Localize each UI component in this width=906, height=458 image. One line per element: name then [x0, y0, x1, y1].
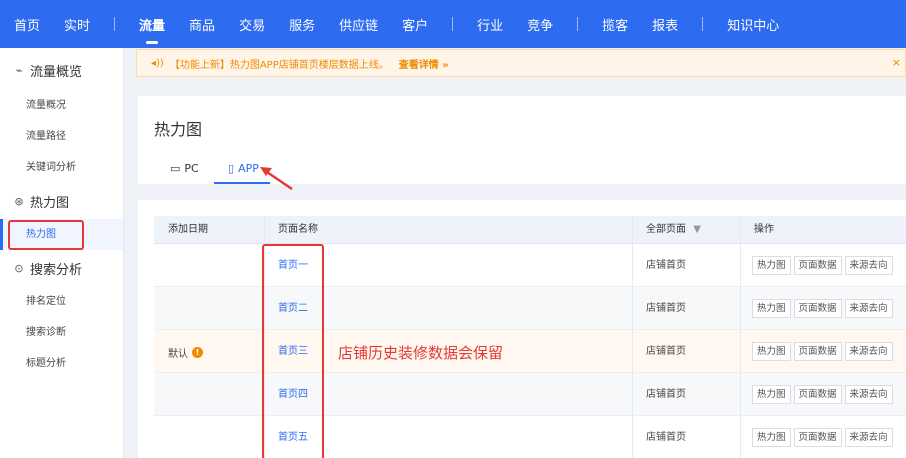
page-table-card: 添加日期 页面名称 全部页面 ▼ 操作 首页一 店铺首页 热力图 页面数据 来源… — [138, 200, 906, 458]
source-destination-button[interactable]: 来源去向 — [844, 256, 893, 275]
notice-banner: ◂)) 【功能上新】热力图APP店铺首页楼层数据上线。 查看详情 » × — [136, 49, 906, 77]
sidebar-item-keyword-analysis[interactable]: 关键词分析 — [0, 152, 123, 183]
red-arrow-annotation — [260, 167, 293, 191]
page-type: 店铺首页 — [646, 432, 686, 443]
add-date-value: 默认 — [168, 349, 188, 360]
page-data-button[interactable]: 页面数据 — [793, 299, 842, 318]
filter-icon[interactable]: ▼ — [693, 224, 701, 235]
highlight-box-heatmap — [8, 220, 84, 250]
sidebar-group-label: 流量概览 — [30, 64, 83, 80]
sidebar-item-title-analysis[interactable]: 标题分析 — [0, 348, 123, 379]
sidebar-group-label: 热力图 — [30, 195, 70, 211]
page-type: 店铺首页 — [646, 346, 686, 357]
row-actions: 热力图 页面数据 来源去向 — [752, 256, 896, 275]
heatmap-icon: ⊛ — [14, 194, 24, 208]
nav-divider — [577, 17, 579, 31]
nav-divider — [702, 17, 704, 31]
nav-knowledge-center[interactable]: 知识中心 — [727, 15, 779, 34]
tab-app[interactable]: ▯ APP — [228, 162, 259, 175]
table-header: 添加日期 页面名称 全部页面 ▼ 操作 — [154, 216, 906, 244]
nav-service[interactable]: 服务 — [289, 15, 315, 34]
nav-home[interactable]: 首页 — [14, 15, 40, 34]
page-type: 店铺首页 — [646, 260, 686, 271]
source-destination-button[interactable]: 来源去向 — [844, 342, 893, 361]
source-destination-button[interactable]: 来源去向 — [844, 428, 893, 447]
header-page-name: 页面名称 — [278, 224, 318, 235]
trend-icon: ⌁ — [15, 63, 23, 77]
search-icon: ⊙ — [14, 261, 24, 275]
header-all-pages-filter[interactable]: 全部页面 ▼ — [646, 216, 701, 244]
info-icon[interactable]: ! — [192, 347, 203, 358]
page-type: 店铺首页 — [646, 389, 686, 400]
page-type: 店铺首页 — [646, 303, 686, 314]
speaker-icon: ◂)) — [151, 57, 164, 69]
heatmap-button[interactable]: 热力图 — [752, 299, 791, 318]
heatmap-button[interactable]: 热力图 — [752, 342, 791, 361]
heatmap-button[interactable]: 热力图 — [752, 385, 791, 404]
header-operations: 操作 — [754, 224, 774, 235]
annotation-text: 店铺历史装修数据会保留 — [338, 344, 504, 362]
page-data-button[interactable]: 页面数据 — [793, 256, 842, 275]
nav-divider — [114, 17, 116, 31]
sidebar-group-traffic[interactable]: ⌁ 流量概览 — [0, 52, 123, 88]
sidebar-item-search-diagnosis[interactable]: 搜索诊断 — [0, 317, 123, 348]
row-actions: 热力图 页面数据 来源去向 — [752, 428, 896, 447]
tab-label: PC — [184, 162, 199, 175]
nav-industry[interactable]: 行业 — [477, 15, 503, 34]
nav-divider — [452, 17, 454, 31]
source-destination-button[interactable]: 来源去向 — [844, 385, 893, 404]
sidebar: ⌁ 流量概览 流量概况 流量路径 关键词分析 ⊛ 热力图 热力图 ⊙ 搜索分析 … — [0, 48, 124, 458]
tab-label: APP — [238, 162, 259, 175]
phone-icon: ▯ — [228, 162, 235, 175]
nav-realtime[interactable]: 实时 — [64, 15, 90, 34]
heatmap-button[interactable]: 热力图 — [752, 256, 791, 275]
top-navigation: 首页 实时 流量 商品 交易 服务 供应链 客户 行业 竞争 揽客 报表 知识中… — [0, 0, 906, 48]
add-date-cell: 默认 ! — [168, 345, 203, 360]
source-destination-button[interactable]: 来源去向 — [844, 299, 893, 318]
nav-supply-chain[interactable]: 供应链 — [339, 15, 378, 34]
tab-pc[interactable]: ▭ PC — [170, 162, 199, 175]
monitor-icon: ▭ — [170, 162, 181, 175]
close-icon[interactable]: × — [892, 56, 901, 69]
heatmap-button[interactable]: 热力图 — [752, 428, 791, 447]
sidebar-item-rank-locate[interactable]: 排名定位 — [0, 286, 123, 317]
nav-product[interactable]: 商品 — [189, 15, 215, 34]
heatmap-header-card: 热力图 ▭ PC ▯ APP — [138, 96, 906, 184]
nav-customer[interactable]: 客户 — [402, 15, 428, 34]
nav-report[interactable]: 报表 — [652, 15, 678, 34]
nav-traffic[interactable]: 流量 — [139, 15, 165, 44]
nav-acquire[interactable]: 揽客 — [602, 15, 628, 34]
sidebar-group-label: 搜索分析 — [30, 262, 83, 278]
page-title: 热力图 — [154, 120, 203, 139]
header-add-date: 添加日期 — [168, 224, 208, 235]
sidebar-item-traffic-path[interactable]: 流量路径 — [0, 121, 123, 152]
column-divider — [740, 216, 741, 458]
notice-text: 【功能上新】热力图APP店铺首页楼层数据上线。 — [169, 59, 389, 71]
column-divider — [632, 216, 633, 458]
highlight-box-page-names — [262, 244, 324, 458]
nav-trade[interactable]: 交易 — [239, 15, 265, 34]
page-data-button[interactable]: 页面数据 — [793, 428, 842, 447]
sidebar-group-search[interactable]: ⊙ 搜索分析 — [0, 250, 123, 286]
header-all-pages-label: 全部页面 — [646, 224, 686, 235]
row-actions: 热力图 页面数据 来源去向 — [752, 342, 896, 361]
nav-competition[interactable]: 竞争 — [527, 15, 553, 34]
sidebar-group-heatmap[interactable]: ⊛ 热力图 — [0, 183, 123, 219]
row-actions: 热力图 页面数据 来源去向 — [752, 299, 896, 318]
sidebar-item-traffic-overview[interactable]: 流量概况 — [0, 90, 123, 121]
row-actions: 热力图 页面数据 来源去向 — [752, 385, 896, 404]
page-data-button[interactable]: 页面数据 — [793, 342, 842, 361]
notice-detail-link[interactable]: 查看详情 » — [399, 56, 449, 71]
page-data-button[interactable]: 页面数据 — [793, 385, 842, 404]
